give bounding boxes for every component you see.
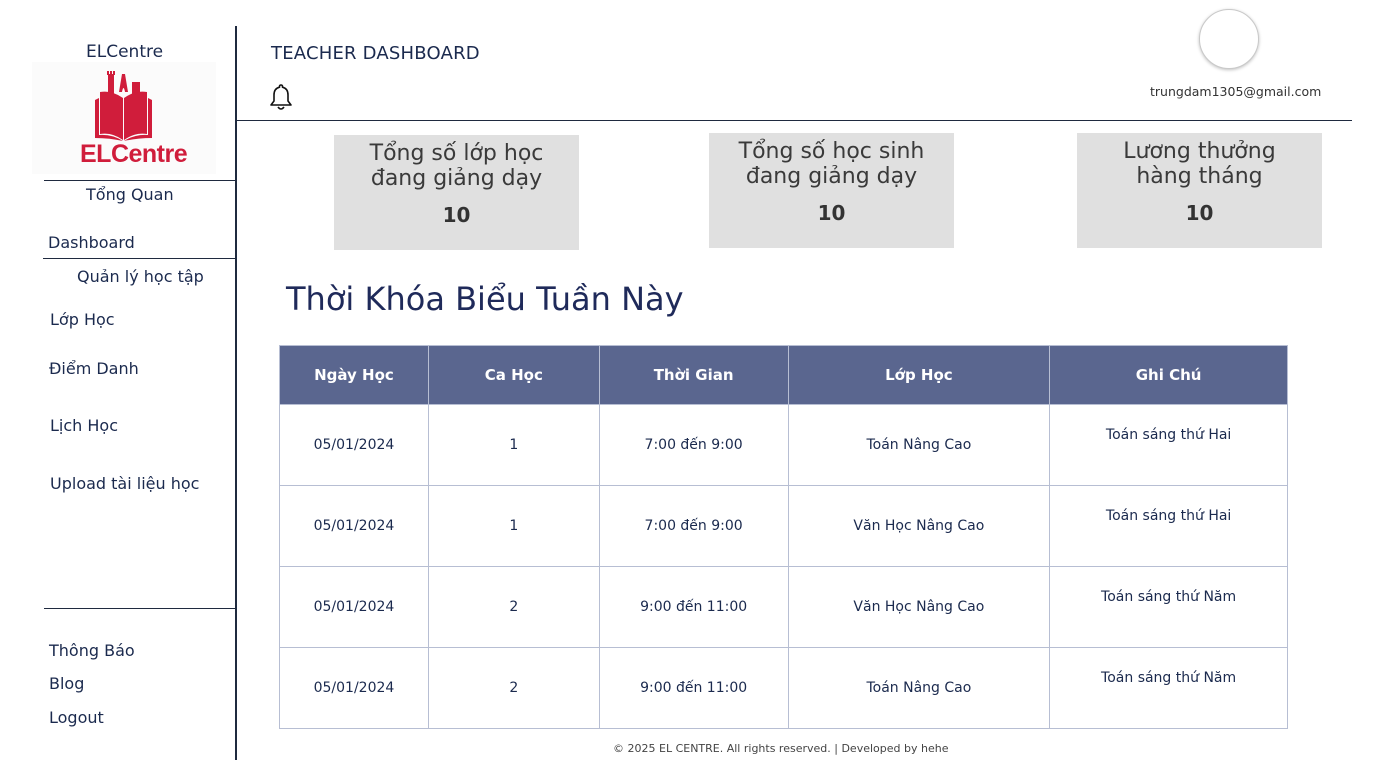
cell-time: 9:00 đến 11:00 [598,566,789,648]
stat-value: 10 [817,201,846,225]
stat-card-students: Tổng số học sinh đang giảng dạy 10 [709,133,954,248]
cell-note: Toán sáng thứ Năm [1049,647,1288,729]
cell-date: 05/01/2024 [279,404,429,486]
cell-class: Văn Học Nâng Cao [787,566,1051,648]
sidebar-item-classes[interactable]: Lớp Học [50,310,115,329]
sidebar-group-overview: Tổng Quan [86,185,174,204]
sidebar-item-logout[interactable]: Logout [49,708,104,727]
sidebar-item-notifications[interactable]: Thông Báo [49,641,135,660]
stat-card-salary: Lương thưởng hàng tháng 10 [1077,133,1322,248]
table-row[interactable]: 05/01/2024 2 9:00 đến 11:00 Văn Học Nâng… [279,566,1288,648]
footer-copyright: © 2025 EL CENTRE. All rights reserved. |… [613,742,949,755]
cell-class: Toán Nâng Cao [787,404,1051,486]
cell-class: Văn Học Nâng Cao [787,485,1051,567]
cell-shift: 2 [427,566,600,648]
book-castle-logo-icon [95,71,152,141]
column-header-note: Ghi Chú [1049,345,1288,405]
column-header-class: Lớp Học [787,345,1051,405]
sidebar-border [235,26,237,760]
sidebar-divider [43,258,236,259]
schedule-table: Ngày Học Ca Học Thời Gian Lớp Học Ghi Ch… [279,345,1288,729]
bell-icon[interactable] [266,82,296,116]
sidebar-item-attendance[interactable]: Điểm Danh [49,359,139,378]
cell-class: Toán Nâng Cao [787,647,1051,729]
column-header-time: Thời Gian [598,345,789,405]
page-title: TEACHER DASHBOARD [271,43,480,64]
stat-label: Tổng số học sinh đang giảng dạy [738,139,925,189]
cell-shift: 1 [427,485,600,567]
cell-time: 7:00 đến 9:00 [598,404,789,486]
table-row[interactable]: 05/01/2024 1 7:00 đến 9:00 Toán Nâng Cao… [279,404,1288,486]
schedule-title: Thời Khóa Biểu Tuần Này [286,280,684,318]
column-header-date: Ngày Học [279,345,429,405]
sidebar-item-upload-materials[interactable]: Upload tài liệu học [50,474,199,493]
cell-note: Toán sáng thứ Năm [1049,566,1288,648]
logo-text: ELCentre [80,140,188,168]
cell-date: 05/01/2024 [279,647,429,729]
sidebar-divider [44,608,236,609]
column-header-shift: Ca Học [427,345,600,405]
user-email: trungdam1305@gmail.com [1150,84,1322,99]
table-row[interactable]: 05/01/2024 1 7:00 đến 9:00 Văn Học Nâng … [279,485,1288,567]
logo[interactable]: ELCentre [32,62,216,174]
cell-date: 05/01/2024 [279,566,429,648]
header-divider [236,120,1352,121]
stat-value: 10 [1185,201,1214,225]
table-header-row: Ngày Học Ca Học Thời Gian Lớp Học Ghi Ch… [279,345,1288,405]
sidebar-item-schedule[interactable]: Lịch Học [50,416,118,435]
avatar[interactable] [1199,9,1259,69]
stat-label: Tổng số lớp học đang giảng dạy [369,141,544,191]
cell-shift: 2 [427,647,600,729]
table-row[interactable]: 05/01/2024 2 9:00 đến 11:00 Toán Nâng Ca… [279,647,1288,729]
cell-time: 9:00 đến 11:00 [598,647,789,729]
stat-label: Lương thưởng hàng tháng [1123,139,1276,189]
sidebar-divider [44,180,236,181]
stat-value: 10 [442,203,471,227]
cell-date: 05/01/2024 [279,485,429,567]
cell-note: Toán sáng thứ Hai [1049,485,1288,567]
cell-time: 7:00 đến 9:00 [598,485,789,567]
sidebar-item-blog[interactable]: Blog [49,674,84,693]
cell-note: Toán sáng thứ Hai [1049,404,1288,486]
brand-title: ELCentre [86,42,164,62]
stat-card-classes: Tổng số lớp học đang giảng dạy 10 [334,135,579,250]
cell-shift: 1 [427,404,600,486]
sidebar-item-dashboard[interactable]: Dashboard [48,233,135,252]
sidebar-group-learning: Quản lý học tập [77,267,204,286]
